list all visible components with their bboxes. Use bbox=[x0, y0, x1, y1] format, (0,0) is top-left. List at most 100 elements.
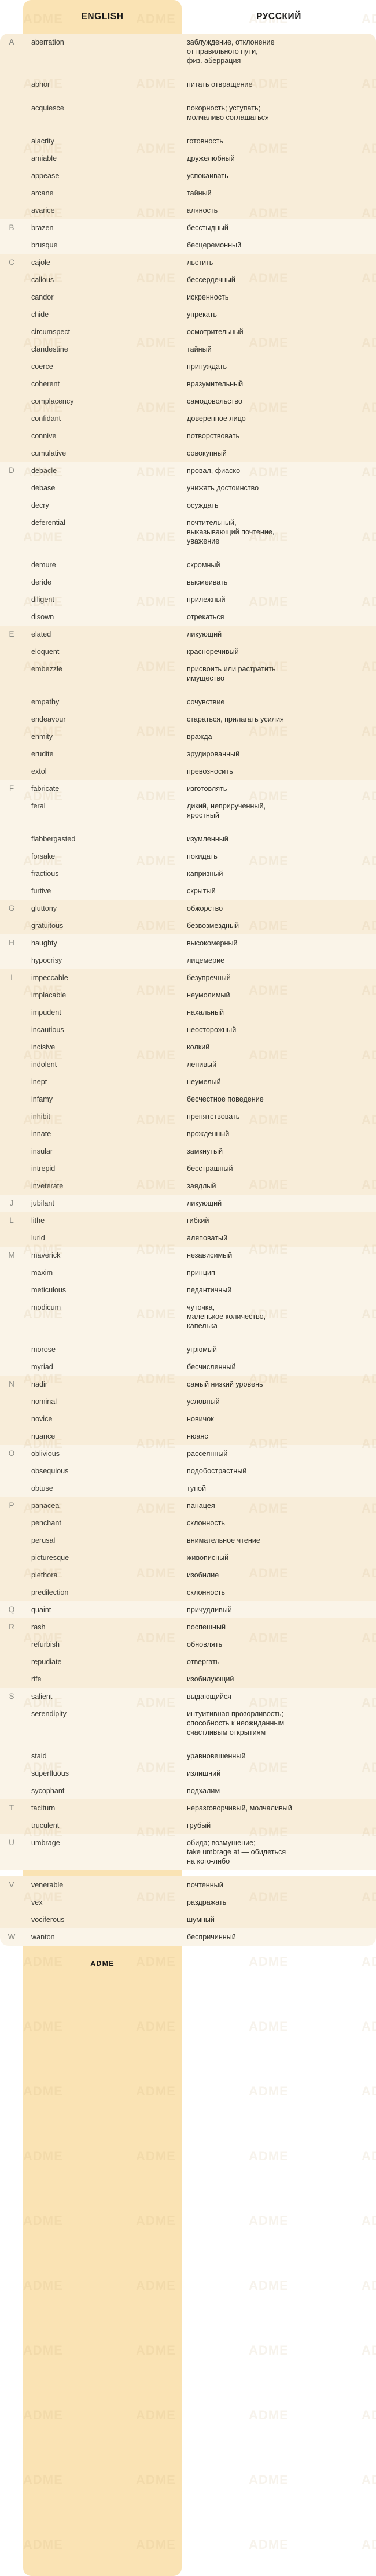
letter-cell-empty bbox=[0, 1532, 23, 1536]
russian-translation: эрудированный bbox=[187, 750, 240, 758]
russian-translation: препятствовать bbox=[187, 1113, 240, 1121]
russian-translation: живописный bbox=[187, 1554, 229, 1562]
table-row: Llithe гибкий bbox=[0, 1212, 376, 1229]
russian-translation: нюанс bbox=[187, 1432, 208, 1440]
russian-translation: красноречивый bbox=[187, 648, 239, 656]
english-word: arcane bbox=[31, 189, 54, 197]
table-row: empathy сочувствие bbox=[0, 693, 376, 711]
russian-translation: заядлый bbox=[187, 1182, 216, 1190]
english-word: fractious bbox=[31, 870, 59, 878]
english-word: oblivious bbox=[31, 1450, 60, 1458]
english-word: furtive bbox=[31, 887, 51, 895]
russian-translation: потворствовать bbox=[187, 432, 240, 440]
english-word: vex bbox=[31, 1898, 43, 1906]
russian-translation: изобилие bbox=[187, 1571, 219, 1579]
group-letter-label: T bbox=[9, 1803, 14, 1812]
letter-cell-empty bbox=[0, 1125, 23, 1129]
english-word: indolent bbox=[31, 1060, 57, 1069]
english-word: decry bbox=[31, 501, 49, 509]
letter-cell-empty bbox=[0, 76, 23, 80]
letter-cell-empty bbox=[0, 1358, 23, 1362]
english-word: elated bbox=[31, 630, 51, 638]
table-row: Qquaint причудливый bbox=[0, 1601, 376, 1618]
table-row: novice новичок bbox=[0, 1410, 376, 1428]
letter-cell-empty bbox=[0, 608, 23, 612]
russian-translation: почтенный bbox=[187, 1881, 223, 1889]
russian-translation: бесстыдный bbox=[187, 224, 228, 232]
russian-translation: отвергать bbox=[187, 1658, 220, 1666]
table-row: connive потворствовать bbox=[0, 427, 376, 445]
russian-translation: вразумительный bbox=[187, 380, 244, 388]
russian-translation: превозносить bbox=[187, 767, 233, 775]
letter-cell-empty bbox=[0, 1566, 23, 1570]
english-word: umbrage bbox=[31, 1839, 60, 1847]
letter-cell-empty bbox=[0, 1911, 23, 1915]
letter-group-f: Ffabricate изготовлять feral дикий, неприру… bbox=[0, 780, 376, 900]
letter-group-b: Bbrazen бесстыдный brusque бесцеремонный bbox=[0, 219, 376, 254]
letter-cell-empty bbox=[0, 1341, 23, 1345]
table-row: Eelated ликующий bbox=[0, 626, 376, 643]
group-letter-label: M bbox=[8, 1251, 15, 1259]
table-row: inveterate заядлый bbox=[0, 1177, 376, 1195]
table-row: candor искренность bbox=[0, 289, 376, 306]
russian-translation: обновлять bbox=[187, 1640, 223, 1649]
letter-group-w: Wwanton беспричинный bbox=[0, 1928, 376, 1946]
group-letter-label: G bbox=[8, 904, 15, 912]
table-row: abhor питать отвращение bbox=[0, 76, 376, 93]
table-row: indolent ленивый bbox=[0, 1056, 376, 1073]
table-row: Rrash поспешный bbox=[0, 1618, 376, 1636]
letter-cell-empty bbox=[0, 323, 23, 327]
english-word: circumspect bbox=[31, 328, 71, 336]
group-letter-label: L bbox=[9, 1216, 14, 1225]
letter-cell-empty bbox=[0, 1747, 23, 1751]
table-row: Ggluttony обжорство bbox=[0, 900, 376, 917]
letter-group-c: Ccajole льстить callous бессердечный candor и… bbox=[0, 254, 376, 462]
letter-cell-empty bbox=[0, 306, 23, 310]
table-row: feral дикий, неприрученный, яростный bbox=[0, 797, 376, 824]
column-header-english: ENGLISH bbox=[81, 12, 124, 21]
russian-translation: неосторожный bbox=[187, 1026, 237, 1034]
russian-translation: колкий bbox=[187, 1043, 210, 1051]
letter-cell-empty bbox=[0, 236, 23, 241]
english-word: candor bbox=[31, 293, 54, 301]
table-row: enmity вражда bbox=[0, 728, 376, 745]
english-word: deferential bbox=[31, 519, 65, 527]
group-letter-label: V bbox=[9, 1880, 14, 1889]
table-row: incisive колкий bbox=[0, 1038, 376, 1056]
russian-translation: подобострастный bbox=[187, 1467, 247, 1475]
letter-cell-empty bbox=[0, 660, 23, 664]
table-row: morose угрюмый bbox=[0, 1341, 376, 1358]
letter-cell-empty bbox=[0, 202, 23, 206]
table-row: acquiesce покорность; уступать; молчаливо… bbox=[0, 99, 376, 126]
russian-translation: изобилующий bbox=[187, 1675, 234, 1683]
table-row: cumulative совокупный bbox=[0, 445, 376, 462]
vocabulary-infographic: ADMEADMEADMEADMEADMEADMEADMEADMEADMEADME… bbox=[0, 0, 376, 2576]
english-word: fabricate bbox=[31, 785, 60, 793]
table-row: deferential почтительный, выказывающий по… bbox=[0, 514, 376, 550]
english-word: repudiate bbox=[31, 1658, 62, 1666]
english-word: brazen bbox=[31, 224, 54, 232]
group-letter-label: Q bbox=[8, 1605, 15, 1614]
table-row: embezzle присвоить или растратить имущест… bbox=[0, 660, 376, 687]
letter-cell-empty bbox=[0, 132, 23, 136]
russian-translation: скрытый bbox=[187, 887, 216, 895]
vocabulary-table: Aaberration заблуждение, отклонение от пр… bbox=[0, 34, 376, 1946]
group-letter-label: S bbox=[9, 1692, 14, 1701]
english-word: impudent bbox=[31, 1008, 61, 1017]
letter-cell-empty bbox=[0, 763, 23, 767]
table-row: Nnadir самый низкий уровень bbox=[0, 1376, 376, 1393]
table-row: clandestine тайный bbox=[0, 341, 376, 358]
russian-translation: стараться, прилагать усилия bbox=[187, 715, 284, 723]
russian-translation: причудливый bbox=[187, 1606, 232, 1614]
english-word: complacency bbox=[31, 397, 74, 405]
russian-translation: обида; возмущение; take umbrage at — оби… bbox=[187, 1839, 286, 1865]
table-row: forsake покидать bbox=[0, 848, 376, 865]
russian-translation: осуждать bbox=[187, 501, 219, 509]
english-word: picturesque bbox=[31, 1554, 69, 1562]
english-word: embezzle bbox=[31, 665, 62, 673]
table-row: Ttaciturn неразговорчивый, молчаливый bbox=[0, 1799, 376, 1817]
english-word: cumulative bbox=[31, 449, 67, 457]
table-row: penchant склонность bbox=[0, 1514, 376, 1532]
letter-group-d: Ddebacle провал, фиаско debase унижать дост… bbox=[0, 462, 376, 626]
table-header: ENGLISH РУССКИЙ bbox=[0, 0, 376, 34]
